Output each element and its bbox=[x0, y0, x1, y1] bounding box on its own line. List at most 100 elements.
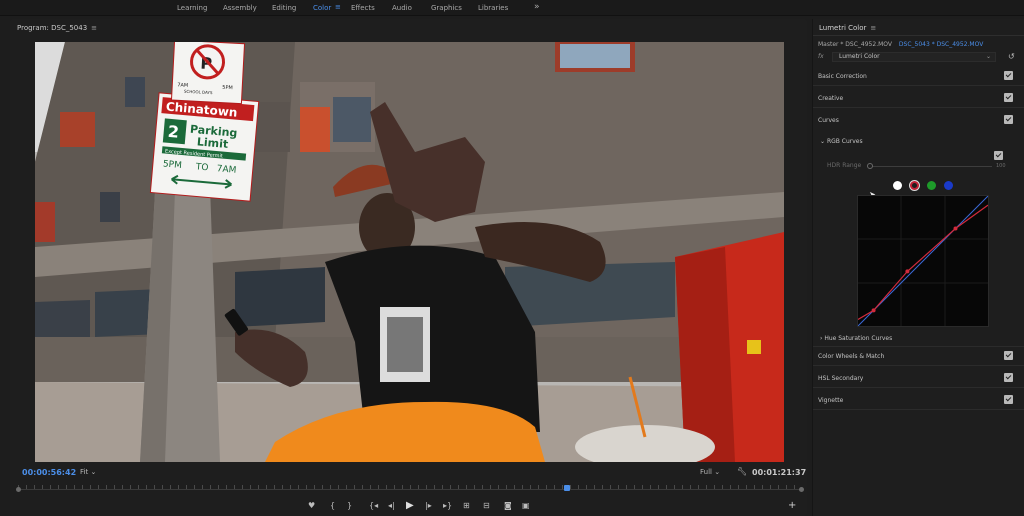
channel-white-button[interactable] bbox=[893, 181, 902, 190]
wrench-icon[interactable]: 🔧︎ bbox=[737, 467, 747, 476]
section-label: Creative bbox=[818, 95, 844, 102]
lumetri-panel-tab[interactable]: Lumetri Color ≡ bbox=[819, 24, 876, 32]
rgb-curve-graph bbox=[857, 195, 989, 327]
section-label: Curves bbox=[818, 117, 839, 124]
workspace-menu-icon[interactable]: ≡ bbox=[335, 3, 341, 11]
section-basic-correction[interactable]: Basic Correction bbox=[813, 68, 1024, 86]
transport-controls: ♥ { } {◂ ◂| ▶ |▸ ▸} ⊞ ⊟ ◙ ▣ bbox=[10, 500, 807, 514]
sign-limit-text: Limit bbox=[196, 135, 228, 151]
hamburger-icon[interactable]: ≡ bbox=[870, 24, 876, 32]
curve-control-point[interactable] bbox=[905, 269, 910, 274]
lift-icon[interactable]: ⊞ bbox=[463, 500, 470, 512]
panel-divider bbox=[813, 35, 1024, 36]
program-monitor: Program: DSC_5043 ≡ Chinatown 2 Parking … bbox=[10, 19, 807, 516]
rgb-curve-editor[interactable] bbox=[857, 195, 989, 327]
video-frame[interactable]: Chinatown 2 Parking Limit Except Residen… bbox=[35, 42, 784, 462]
effect-select[interactable]: Lumetri Color ⌄ bbox=[832, 52, 996, 62]
section-vignette[interactable]: Vignette bbox=[813, 392, 1024, 410]
chevron-down-icon: ⌄ bbox=[820, 138, 826, 145]
section-creative[interactable]: Creative bbox=[813, 90, 1024, 108]
play-icon[interactable]: ▶ bbox=[406, 500, 414, 512]
curves-checkbox[interactable] bbox=[1004, 115, 1013, 124]
sign-time-end: 7AM bbox=[216, 164, 236, 176]
curve-control-point[interactable] bbox=[871, 308, 876, 313]
workspace-tab-color[interactable]: Color bbox=[313, 4, 331, 12]
hdr-range-slider-handle[interactable] bbox=[867, 163, 873, 169]
workspace-tab-audio[interactable]: Audio bbox=[392, 4, 412, 12]
plus-icon[interactable]: + bbox=[788, 500, 796, 511]
workspace-tab-learning[interactable]: Learning bbox=[177, 4, 207, 12]
hamburger-icon[interactable]: ≡ bbox=[91, 24, 97, 32]
extract-icon[interactable]: ⊟ bbox=[483, 500, 490, 512]
active-clip-tab[interactable]: DSC_5043 * DSC_4952.MOV bbox=[899, 41, 983, 48]
zoom-select[interactable]: Fit ⌄ bbox=[80, 468, 96, 476]
creative-checkbox[interactable] bbox=[1004, 93, 1013, 102]
lumetri-panel-title: Lumetri Color bbox=[819, 24, 867, 32]
marker-icon[interactable]: ♥ bbox=[308, 500, 315, 512]
chevron-down-icon: ⌄ bbox=[714, 468, 721, 476]
section-curves[interactable]: Curves bbox=[813, 112, 1024, 130]
ruler-start-handle[interactable] bbox=[16, 487, 21, 492]
section-color-wheels[interactable]: Color Wheels & Match bbox=[813, 348, 1024, 366]
hdr-range-value: 100 bbox=[996, 163, 1006, 169]
workspace-tab-assembly[interactable]: Assembly bbox=[223, 4, 257, 12]
panel-divider bbox=[813, 346, 1024, 347]
section-label: Basic Correction bbox=[818, 73, 867, 80]
channel-green-button[interactable] bbox=[927, 181, 936, 190]
program-monitor-title-text: Program: DSC_5043 bbox=[17, 24, 88, 32]
hsl-secondary-checkbox[interactable] bbox=[1004, 373, 1013, 382]
channel-blue-button[interactable] bbox=[944, 181, 953, 190]
section-hsl-secondary[interactable]: HSL Secondary bbox=[813, 370, 1024, 388]
vignette-checkbox[interactable] bbox=[1004, 395, 1013, 404]
sign-time-from: 5PM bbox=[162, 159, 182, 171]
hdr-range-checkbox[interactable] bbox=[994, 151, 1003, 160]
zoom-value: Fit bbox=[80, 468, 89, 476]
compare-view-icon[interactable]: ▣ bbox=[522, 500, 530, 512]
basic-correction-checkbox[interactable] bbox=[1004, 71, 1013, 80]
resolution-select[interactable]: Full ⌄ bbox=[700, 468, 720, 476]
playhead[interactable] bbox=[563, 485, 570, 491]
channel-red-button[interactable] bbox=[910, 181, 919, 190]
ruler-end-handle[interactable] bbox=[799, 487, 804, 492]
time-ruler[interactable] bbox=[16, 485, 804, 493]
workspace-tab-graphics[interactable]: Graphics bbox=[431, 4, 462, 12]
master-clip-tab[interactable]: Master * DSC_4952.MOV bbox=[818, 41, 892, 48]
workspace-tab-editing[interactable]: Editing bbox=[272, 4, 296, 12]
mark-out-icon[interactable]: } bbox=[347, 500, 352, 512]
sign-no-park-right: 5PM bbox=[222, 85, 233, 92]
hdr-range-label: HDR Range bbox=[827, 162, 862, 169]
rgb-curves-header[interactable]: ⌄ RGB Curves bbox=[820, 138, 863, 145]
reset-icon[interactable]: ↺ bbox=[1008, 52, 1015, 61]
hue-saturation-header[interactable]: › Hue Saturation Curves bbox=[820, 335, 892, 342]
resolution-value: Full bbox=[700, 468, 712, 476]
clip-selector: Master * DSC_4952.MOV DSC_5043 * DSC_495… bbox=[818, 41, 983, 48]
current-timecode[interactable]: 00:00:56:42 bbox=[22, 468, 76, 477]
time-ruler-track bbox=[18, 489, 802, 490]
export-frame-icon[interactable]: ◙ bbox=[504, 500, 512, 512]
section-label: Color Wheels & Match bbox=[818, 353, 885, 360]
sign-time-to: TO bbox=[194, 162, 208, 173]
hue-saturation-label: Hue Saturation Curves bbox=[824, 335, 893, 342]
step-back-icon[interactable]: ◂| bbox=[388, 500, 395, 512]
workspace-tab-libraries[interactable]: Libraries bbox=[478, 4, 508, 12]
go-to-out-icon[interactable]: ▸} bbox=[443, 500, 452, 512]
mark-in-icon[interactable]: { bbox=[330, 500, 335, 512]
curve-control-point[interactable] bbox=[953, 226, 958, 231]
fx-label: fx bbox=[818, 53, 824, 60]
workspace-bar: Learning Assembly Editing Color ≡ Effect… bbox=[0, 0, 1024, 16]
workspace-tab-effects[interactable]: Effects bbox=[351, 4, 375, 12]
step-forward-icon[interactable]: |▸ bbox=[425, 500, 432, 512]
red-curve-line bbox=[857, 204, 989, 321]
rgb-curves-label: RGB Curves bbox=[826, 138, 863, 145]
color-wheels-checkbox[interactable] bbox=[1004, 351, 1013, 360]
double-chevron-right-icon[interactable]: » bbox=[534, 2, 540, 12]
section-label: Vignette bbox=[818, 397, 844, 404]
go-to-in-icon[interactable]: {◂ bbox=[369, 500, 378, 512]
hdr-range-slider[interactable] bbox=[870, 166, 992, 167]
chevron-right-icon: › bbox=[820, 335, 823, 342]
duration-timecode: 00:01:21:37 bbox=[752, 468, 807, 477]
sign-parking-number: 2 bbox=[167, 122, 180, 142]
chevron-down-icon: ⌄ bbox=[985, 53, 991, 60]
program-monitor-title[interactable]: Program: DSC_5043 ≡ bbox=[17, 24, 97, 32]
chevron-down-icon: ⌄ bbox=[90, 468, 97, 476]
